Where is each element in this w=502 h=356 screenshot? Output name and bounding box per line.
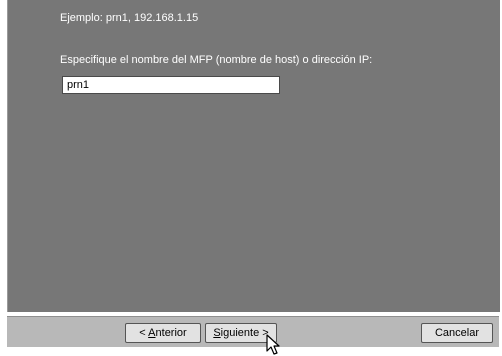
next-button-mnemonic: S [213, 327, 221, 339]
back-button[interactable]: < Anterior [125, 323, 201, 343]
wizard-dialog: Ejemplo: prn1, 192.168.1.15 Especifique … [0, 0, 502, 355]
back-button-mnemonic: A [148, 327, 156, 339]
example-text: Ejemplo: prn1, 192.168.1.15 [60, 12, 199, 24]
arrow-cursor-icon [266, 334, 280, 355]
host-address-input[interactable] [62, 76, 280, 94]
next-button-label: iguiente > [220, 327, 269, 339]
content-panel: Ejemplo: prn1, 192.168.1.15 Especifique … [7, 0, 500, 312]
back-button-prefix: < [139, 327, 149, 339]
host-prompt-label: Especifique el nombre del MFP (nombre de… [60, 54, 373, 66]
cancel-button[interactable]: Cancelar [421, 323, 493, 343]
back-button-label: nterior [155, 327, 187, 339]
button-bar: < Anterior Siguiente > Cancelar [7, 316, 499, 347]
